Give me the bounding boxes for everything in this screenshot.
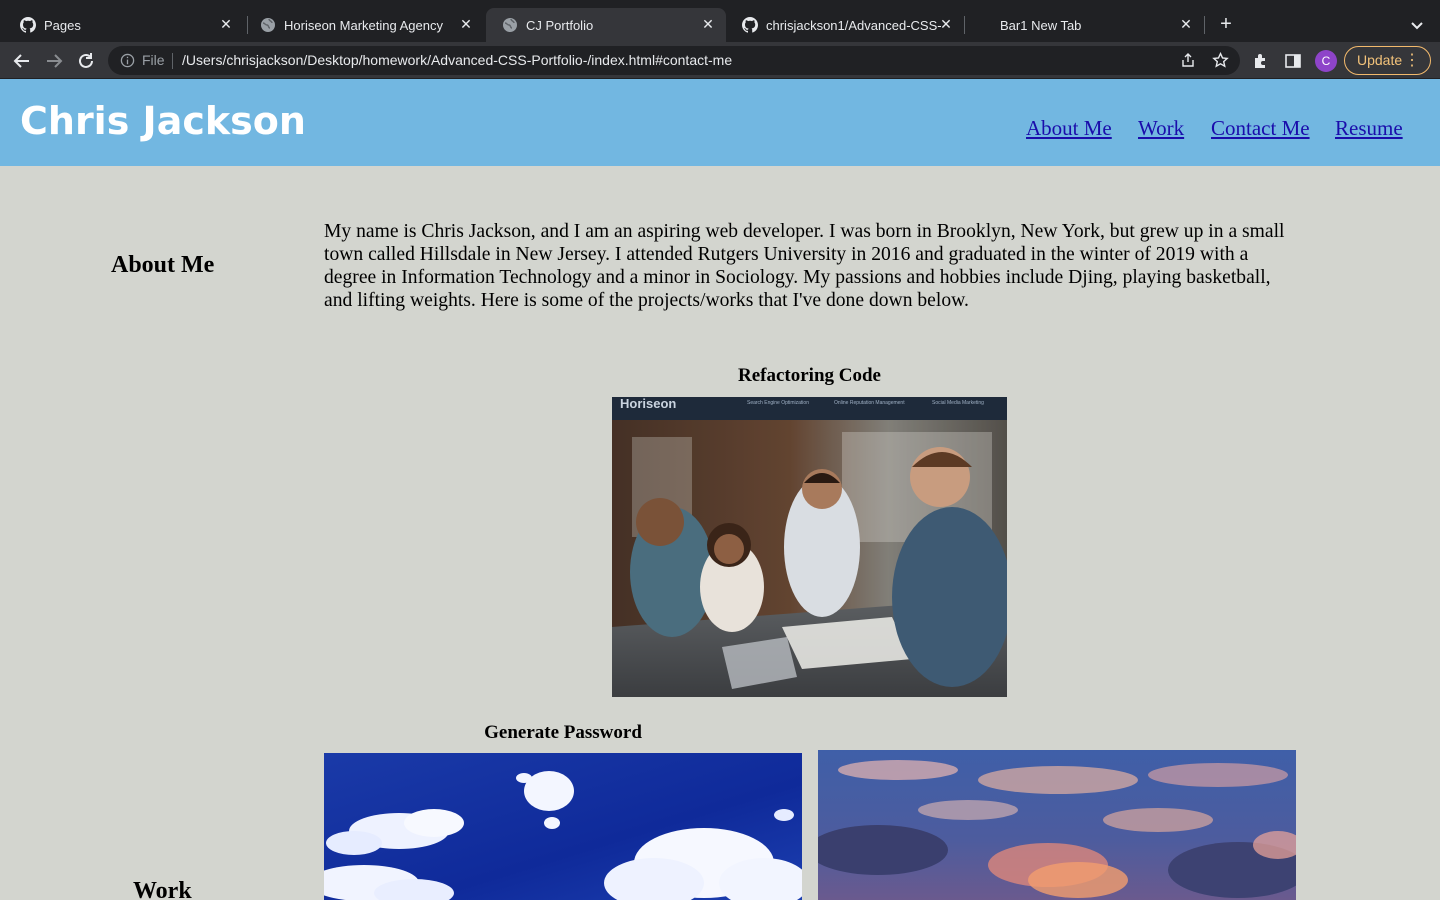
- close-tab-icon[interactable]: ✕: [218, 16, 234, 32]
- close-tab-icon[interactable]: ✕: [938, 16, 954, 32]
- address-url[interactable]: /Users/chrisjackson/Desktop/homework/Adv…: [182, 52, 732, 68]
- screenshot-nav-item: Social Media Marketing: [932, 400, 984, 406]
- team-meeting-photo: Horiseon Search Engine Optimization Onli…: [612, 397, 1007, 697]
- browser-toolbar: File /Users/chrisjackson/Desktop/homewor…: [0, 42, 1440, 79]
- screenshot-nav-item: Online Reputation Management: [834, 400, 905, 406]
- screenshot-brand: Horiseon: [620, 397, 676, 411]
- reload-icon[interactable]: [75, 50, 97, 72]
- tab-label: Bar1 New Tab: [1000, 17, 1082, 33]
- extensions-puzzle-icon[interactable]: [1252, 52, 1270, 70]
- browser-tab-bar: Pages ✕ Horiseon Marketing Agency ✕ CJ P…: [0, 0, 1440, 42]
- project-image-sunset-sky[interactable]: [818, 750, 1296, 900]
- nav-link-contact-me[interactable]: Contact Me: [1211, 116, 1310, 141]
- close-tab-icon[interactable]: ✕: [458, 16, 474, 32]
- globe-icon: [503, 18, 517, 32]
- globe-icon: [261, 18, 275, 32]
- tab-separator: [1204, 16, 1205, 34]
- more-menu-icon[interactable]: ⋮: [1404, 47, 1420, 74]
- new-tab-plus-icon[interactable]: +: [1214, 13, 1238, 37]
- address-separator: [172, 53, 173, 69]
- site-header: Chris Jackson About Me Work Contact Me R…: [0, 79, 1440, 166]
- update-label: Update: [1357, 52, 1403, 68]
- nav-link-about-me[interactable]: About Me: [1026, 116, 1112, 141]
- address-bar[interactable]: File /Users/chrisjackson/Desktop/homewor…: [108, 46, 1240, 75]
- project-image-refactoring-code[interactable]: Horiseon Search Engine Optimization Onli…: [612, 397, 1007, 697]
- nav-link-resume[interactable]: Resume: [1335, 116, 1403, 141]
- tab-github-repo[interactable]: chrisjackson1/Advanced-CSS- ✕: [726, 8, 964, 42]
- tab-pages[interactable]: Pages ✕: [4, 8, 244, 42]
- share-icon[interactable]: [1180, 52, 1196, 68]
- tab-label: Pages: [44, 17, 81, 33]
- tab-separator: [964, 16, 965, 34]
- update-button[interactable]: Update ⋮: [1344, 46, 1431, 75]
- project-title-generate-password: Generate Password: [484, 722, 642, 743]
- tab-new-tab[interactable]: Bar1 New Tab ✕: [968, 8, 1204, 42]
- github-icon: [20, 17, 36, 33]
- info-icon[interactable]: [120, 53, 135, 68]
- sunset-clouds-image: [818, 750, 1296, 900]
- bookmark-star-icon[interactable]: [1212, 52, 1229, 69]
- about-paragraph: My name is Chris Jackson, and I am an as…: [324, 221, 1285, 311]
- tab-label: chrisjackson1/Advanced-CSS-: [766, 17, 942, 33]
- forward-arrow-icon[interactable]: [43, 50, 65, 72]
- screenshot-nav-item: Search Engine Optimization: [747, 400, 809, 406]
- profile-avatar[interactable]: C: [1315, 50, 1337, 72]
- about-heading: About Me: [111, 252, 215, 278]
- site-title: Chris Jackson: [20, 99, 306, 143]
- scheme-label: File: [142, 52, 165, 68]
- close-tab-icon[interactable]: ✕: [1178, 16, 1194, 32]
- close-tab-icon[interactable]: ✕: [700, 16, 716, 32]
- tab-horiseon[interactable]: Horiseon Marketing Agency ✕: [244, 8, 484, 42]
- nav-link-work[interactable]: Work: [1138, 116, 1184, 141]
- side-panel-icon[interactable]: [1284, 52, 1302, 70]
- tab-search-chevron-icon[interactable]: [1406, 15, 1428, 35]
- blue-sky-clouds-image: [324, 753, 802, 900]
- tab-label: CJ Portfolio: [526, 17, 594, 33]
- github-icon: [742, 17, 758, 33]
- project-image-generate-password[interactable]: [324, 753, 802, 900]
- tab-label: Horiseon Marketing Agency: [284, 17, 443, 33]
- project-title-refactoring-code: Refactoring Code: [738, 365, 881, 386]
- tab-cj-portfolio[interactable]: CJ Portfolio ✕: [486, 8, 726, 42]
- back-arrow-icon[interactable]: [11, 50, 33, 72]
- work-heading: Work: [133, 878, 192, 900]
